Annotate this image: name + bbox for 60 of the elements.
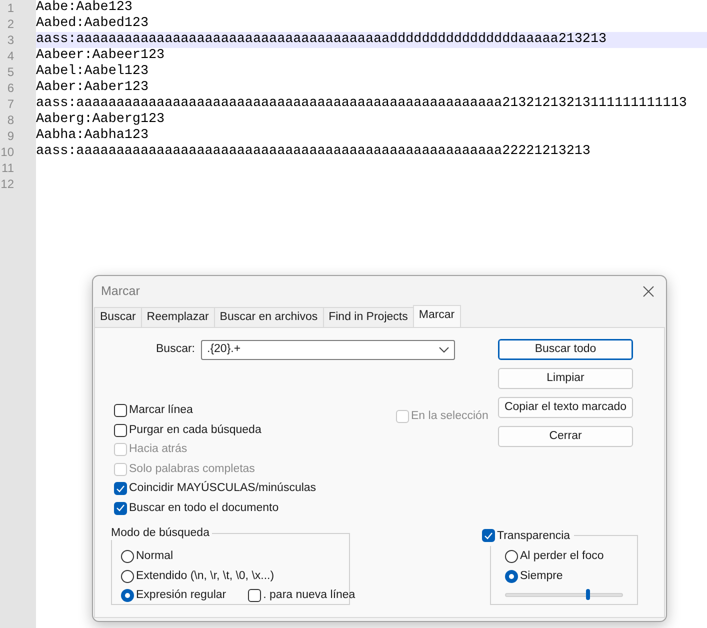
slider-thumb[interactable] — [586, 589, 590, 600]
line-number: 8 — [0, 112, 36, 128]
option-label: Purgar en cada búsqueda — [129, 422, 262, 438]
option-label: En la selección — [411, 409, 488, 424]
group-title: Modo de búsqueda — [111, 526, 212, 540]
line-number: 7 — [0, 96, 36, 112]
code-line: Aabel:Aabel123 — [36, 64, 148, 79]
checkbox[interactable] — [114, 424, 127, 437]
code-line: Aabed:Aabed123 — [36, 16, 148, 31]
line-number: 4 — [0, 48, 36, 64]
radio-label: Expresión regular — [136, 588, 226, 604]
code-line: aass:aaaaaaaaaaaaaaaaaaaaaaaaaaaaaaaaaaaaaaaaaaaaaaaaaaaaa21321213213111111111113 — [36, 96, 687, 111]
option-label: Transparencia — [497, 528, 570, 543]
line-number: 1 — [0, 0, 36, 16]
code-line: Aabeer:Aabeer123 — [36, 48, 165, 63]
line-number: 11 — [0, 160, 36, 176]
window-title: Marcar — [101, 282, 140, 300]
radio-button[interactable] — [505, 550, 518, 564]
option-label: Solo palabras completas — [129, 462, 255, 477]
radio-button[interactable] — [505, 570, 518, 583]
line-number: 5 — [0, 64, 36, 80]
line-number: 6 — [0, 80, 36, 96]
dialog-button[interactable]: Buscar todo — [498, 339, 633, 360]
dialog-button[interactable]: Limpiar — [498, 368, 633, 389]
code-line: Aaberg:Aaberg123 — [36, 112, 165, 127]
checkbox[interactable] — [114, 404, 127, 418]
tab[interactable]: Buscar — [94, 307, 142, 327]
checkbox[interactable] — [248, 589, 262, 602]
code-line: Aaber:Aaber123 — [36, 80, 148, 95]
search-combobox[interactable]: .{20}.+ — [201, 340, 455, 360]
checkbox[interactable] — [114, 482, 127, 496]
line-number: 3 — [0, 32, 36, 48]
close-icon[interactable] — [643, 286, 654, 296]
radio-label: Normal — [136, 549, 174, 564]
option-label: Marcar línea — [129, 403, 193, 418]
radio-label: Extendido (\n, \r, \t, \0, \x...) — [136, 568, 274, 584]
checkbox[interactable] — [114, 502, 127, 515]
dialog-button[interactable]: Copiar el texto marcado — [498, 397, 633, 418]
line-number: 2 — [0, 16, 36, 32]
code-line: Aabha:Aabha123 — [36, 128, 148, 143]
search-label: Buscar: — [155, 342, 196, 358]
code-line: aass:aaaaaaaaaaaaaaaaaaaaaaaaaaaaaaaaaaaaaaaddddddddddddddddaaaaa213213 — [36, 32, 607, 47]
tab[interactable]: Marcar — [412, 305, 461, 327]
radio-button[interactable] — [121, 570, 134, 583]
line-number: 12 — [0, 176, 36, 192]
radio-label: Siempre — [520, 568, 563, 584]
option-label: . para nueva línea — [263, 588, 356, 604]
radio-button[interactable] — [121, 589, 134, 602]
code-line: aass:aaaaaaaaaaaaaaaaaaaaaaaaaaaaaaaaaaaaaaaaaaaaaaaaaaaaa22221213213 — [36, 144, 590, 159]
option-label: Coincidir MAYÚSCULAS/minúsculas — [129, 480, 316, 496]
radio-label: Al perder el foco — [520, 549, 604, 564]
line-number: 10 — [0, 144, 36, 160]
line-number: 9 — [0, 128, 36, 144]
dialog-button[interactable]: Cerrar — [498, 426, 633, 447]
checkbox[interactable] — [482, 529, 495, 542]
option-label: Buscar en todo el documento — [129, 500, 279, 516]
code-line: Aabe:Aabe123 — [36, 0, 132, 15]
option-label: Hacia atrás — [129, 442, 188, 458]
search-value: .{20}.+ — [207, 342, 241, 358]
radio-button[interactable] — [121, 550, 134, 564]
